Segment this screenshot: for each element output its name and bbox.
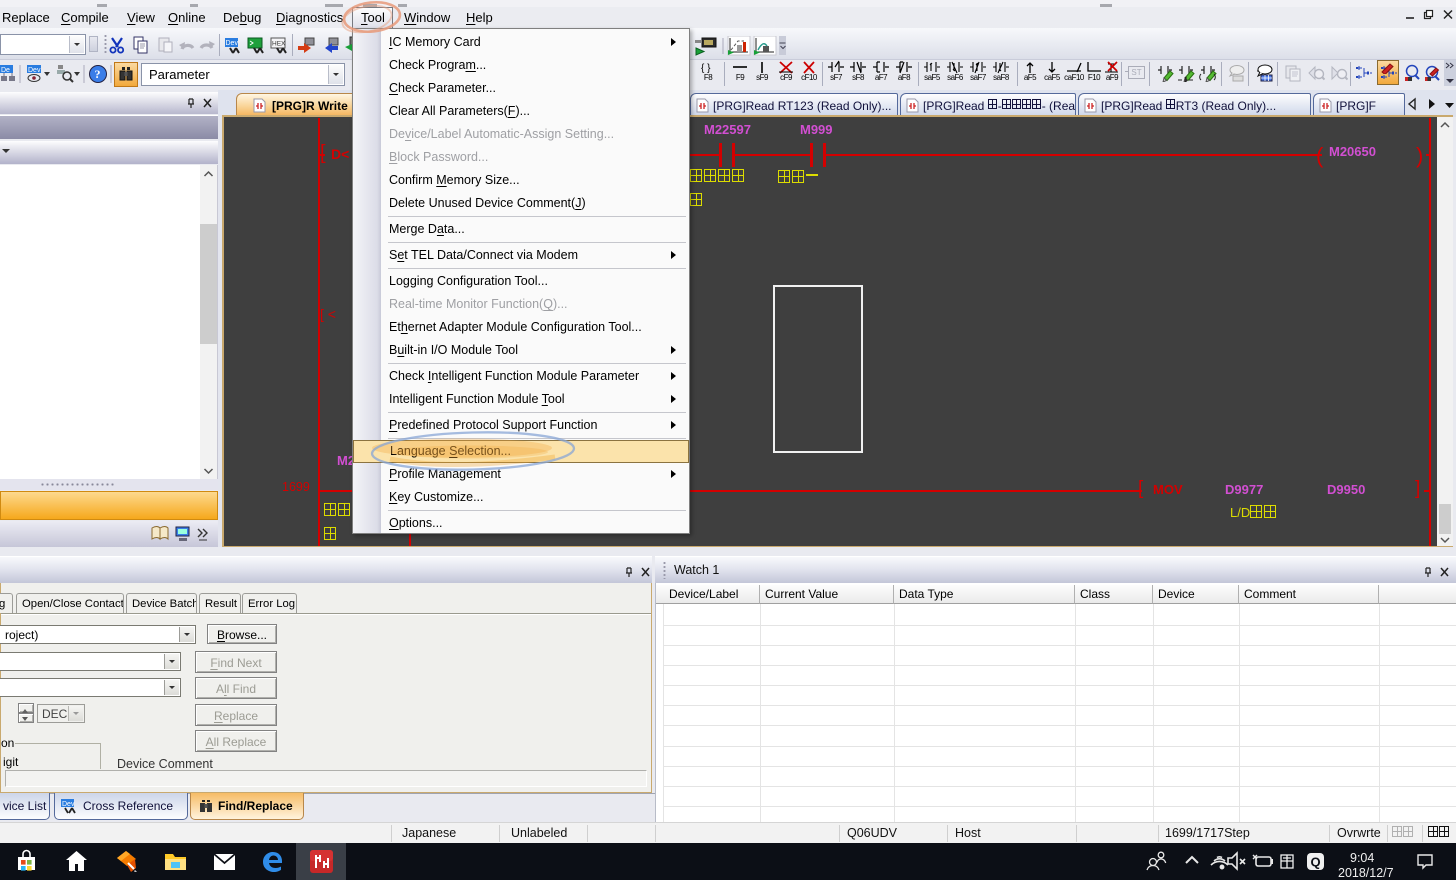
svg-text:Dev: Dev bbox=[28, 67, 41, 74]
svg-text:Q: Q bbox=[1311, 855, 1321, 870]
svg-text:2018/12/7: 2018/12/7 bbox=[1338, 866, 1394, 879]
svg-text:Dev: Dev bbox=[62, 801, 75, 808]
svg-text:De: De bbox=[1, 67, 10, 74]
svg-text:HEX: HEX bbox=[272, 41, 286, 48]
svg-text:Dev: Dev bbox=[226, 40, 239, 47]
svg-text:?: ? bbox=[95, 67, 101, 81]
svg-text:9:04: 9:04 bbox=[1350, 851, 1374, 865]
